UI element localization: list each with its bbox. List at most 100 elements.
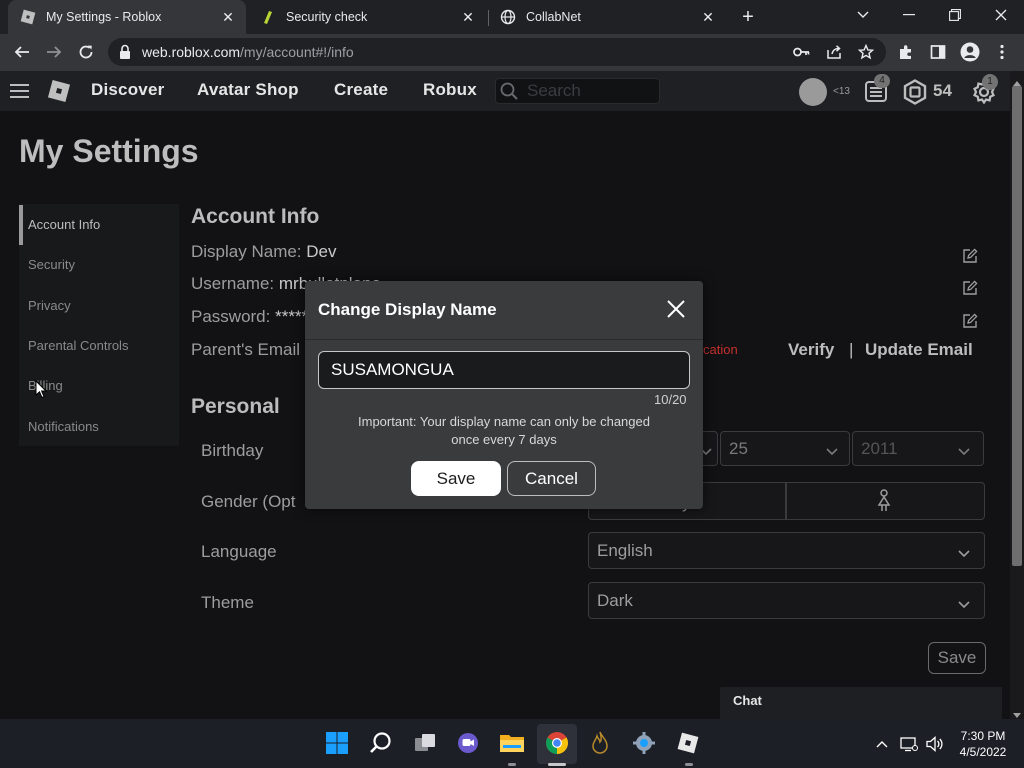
share-icon[interactable] [821, 39, 847, 65]
note-line-2: once every 7 days [451, 432, 557, 447]
birthday-label: Birthday [201, 441, 264, 460]
chevron-down-icon [958, 596, 970, 609]
side-panel-icon[interactable] [925, 39, 951, 65]
chrome-menu-icon[interactable] [989, 39, 1015, 65]
chrome-active-indicator [548, 763, 566, 766]
scroll-up-arrow-icon[interactable] [1012, 74, 1022, 86]
close-modal-icon[interactable] [666, 299, 686, 319]
tab-label: Security check [286, 10, 368, 24]
sidebar-item-notifications[interactable]: Notifications [28, 419, 99, 434]
new-tab-button[interactable]: + [738, 6, 758, 28]
close-window-icon[interactable] [978, 0, 1024, 30]
settings-badge: 1 [982, 74, 998, 90]
roblox-app-icon[interactable] [672, 727, 704, 759]
edit-password-icon[interactable] [962, 313, 978, 329]
extensions-puzzle-icon[interactable] [893, 39, 919, 65]
clock-date: 4/5/2022 [959, 745, 1007, 759]
nav-discover[interactable]: Discover [91, 80, 164, 100]
cancel-button[interactable]: Cancel [507, 461, 596, 496]
theme-select[interactable] [588, 582, 985, 619]
robux-icon[interactable] [902, 79, 928, 105]
notifications-badge: 4 [874, 74, 890, 88]
task-view-icon[interactable] [409, 727, 441, 759]
restore-window-icon[interactable] [932, 0, 978, 30]
theme-value: Dark [597, 591, 633, 610]
nav-avatar-shop[interactable]: Avatar Shop [197, 80, 299, 100]
display-name-label: Display Name: [191, 242, 302, 261]
globe-icon [500, 9, 516, 25]
forward-arrow-icon[interactable] [41, 39, 67, 65]
profile-avatar-icon[interactable] [957, 39, 983, 65]
gender-label: Gender (Opt [201, 492, 296, 511]
parents-email-label: Parent's Email [191, 340, 301, 359]
clock-time: 7:30 PM [960, 729, 1006, 743]
tab-collabnet[interactable]: CollabNet ✕ [488, 0, 726, 34]
windows-start-icon[interactable] [321, 727, 353, 759]
volume-icon[interactable] [926, 735, 944, 753]
back-arrow-icon[interactable] [9, 39, 35, 65]
password-label: Password: [191, 307, 271, 326]
taskbar-clock[interactable]: 7:30 PM 4/5/2022 [955, 728, 1011, 760]
age-tag: <13 [833, 86, 850, 97]
hamburger-menu-icon[interactable] [10, 83, 30, 99]
tab-security-check[interactable]: Security check ✕ [248, 0, 486, 34]
url-path: /my/account#!/info [240, 44, 354, 60]
tab-my-settings[interactable]: My Settings - Roblox ✕ [8, 0, 246, 34]
nav-create[interactable]: Create [334, 80, 388, 100]
security-check-favicon-icon [260, 9, 276, 25]
language-label: Language [201, 542, 277, 561]
edit-username-icon[interactable] [962, 280, 978, 296]
lock-icon[interactable] [119, 44, 131, 60]
show-hidden-icons-chevron-icon[interactable] [873, 735, 891, 753]
display-name-input[interactable] [318, 351, 690, 389]
user-avatar[interactable] [799, 78, 827, 106]
url-text[interactable]: web.roblox.com/my/account#!/info [142, 42, 354, 62]
sidebar-item-account-info[interactable]: Account Info [28, 217, 100, 232]
modal-title: Change Display Name [318, 300, 497, 319]
bookmark-star-icon[interactable] [853, 39, 879, 65]
robux-balance[interactable]: 54 [933, 81, 952, 101]
modal-header-divider [305, 339, 703, 340]
settings-sidebar [19, 204, 179, 446]
search-placeholder: Search [527, 81, 581, 100]
chat-bar[interactable] [720, 687, 1002, 719]
close-tab-icon[interactable]: ✕ [460, 9, 476, 25]
search-icon [500, 82, 518, 100]
chrome-icon[interactable] [541, 727, 573, 759]
close-tab-icon[interactable]: ✕ [220, 9, 236, 25]
reload-icon[interactable] [73, 39, 99, 65]
minimize-window-icon[interactable] [886, 0, 932, 30]
note-line-1: Important: Your display name can only be… [358, 414, 650, 429]
teams-chat-icon[interactable] [452, 727, 484, 759]
flame-app-icon[interactable] [584, 727, 616, 759]
close-tab-icon[interactable]: ✕ [700, 9, 716, 25]
update-email-link[interactable]: Update Email [865, 340, 973, 360]
scroll-down-arrow-icon[interactable] [1012, 707, 1022, 718]
tab-search-icon[interactable] [840, 0, 886, 30]
verification-warning: cation [703, 342, 738, 357]
roblox-running-indicator [685, 763, 693, 766]
theme-label: Theme [201, 593, 254, 612]
scrollbar-thumb[interactable] [1012, 86, 1022, 566]
page-title: My Settings [19, 133, 199, 169]
explorer-running-indicator [508, 763, 516, 766]
chevron-down-icon [958, 545, 970, 558]
display-name-change-note: Important: Your display name can only be… [318, 413, 690, 449]
female-figure-icon [875, 489, 893, 513]
sidebar-item-parental-controls[interactable]: Parental Controls [28, 338, 128, 353]
file-explorer-icon[interactable] [496, 727, 528, 759]
sidebar-item-security[interactable]: Security [28, 257, 75, 272]
personal-save-button[interactable]: Save [928, 642, 986, 674]
settings-app-icon[interactable] [628, 727, 660, 759]
key-icon[interactable] [789, 39, 815, 65]
language-value: English [597, 541, 653, 560]
network-icon[interactable] [900, 735, 918, 753]
chat-label: Chat [733, 693, 762, 708]
verify-link[interactable]: Verify [788, 340, 834, 360]
roblox-logo-icon[interactable] [46, 78, 72, 104]
sidebar-item-privacy[interactable]: Privacy [28, 298, 71, 313]
save-display-name-button[interactable]: Save [411, 461, 501, 496]
taskbar-search-icon[interactable] [365, 727, 397, 759]
nav-robux[interactable]: Robux [423, 80, 477, 100]
edit-display-name-icon[interactable] [962, 248, 978, 264]
